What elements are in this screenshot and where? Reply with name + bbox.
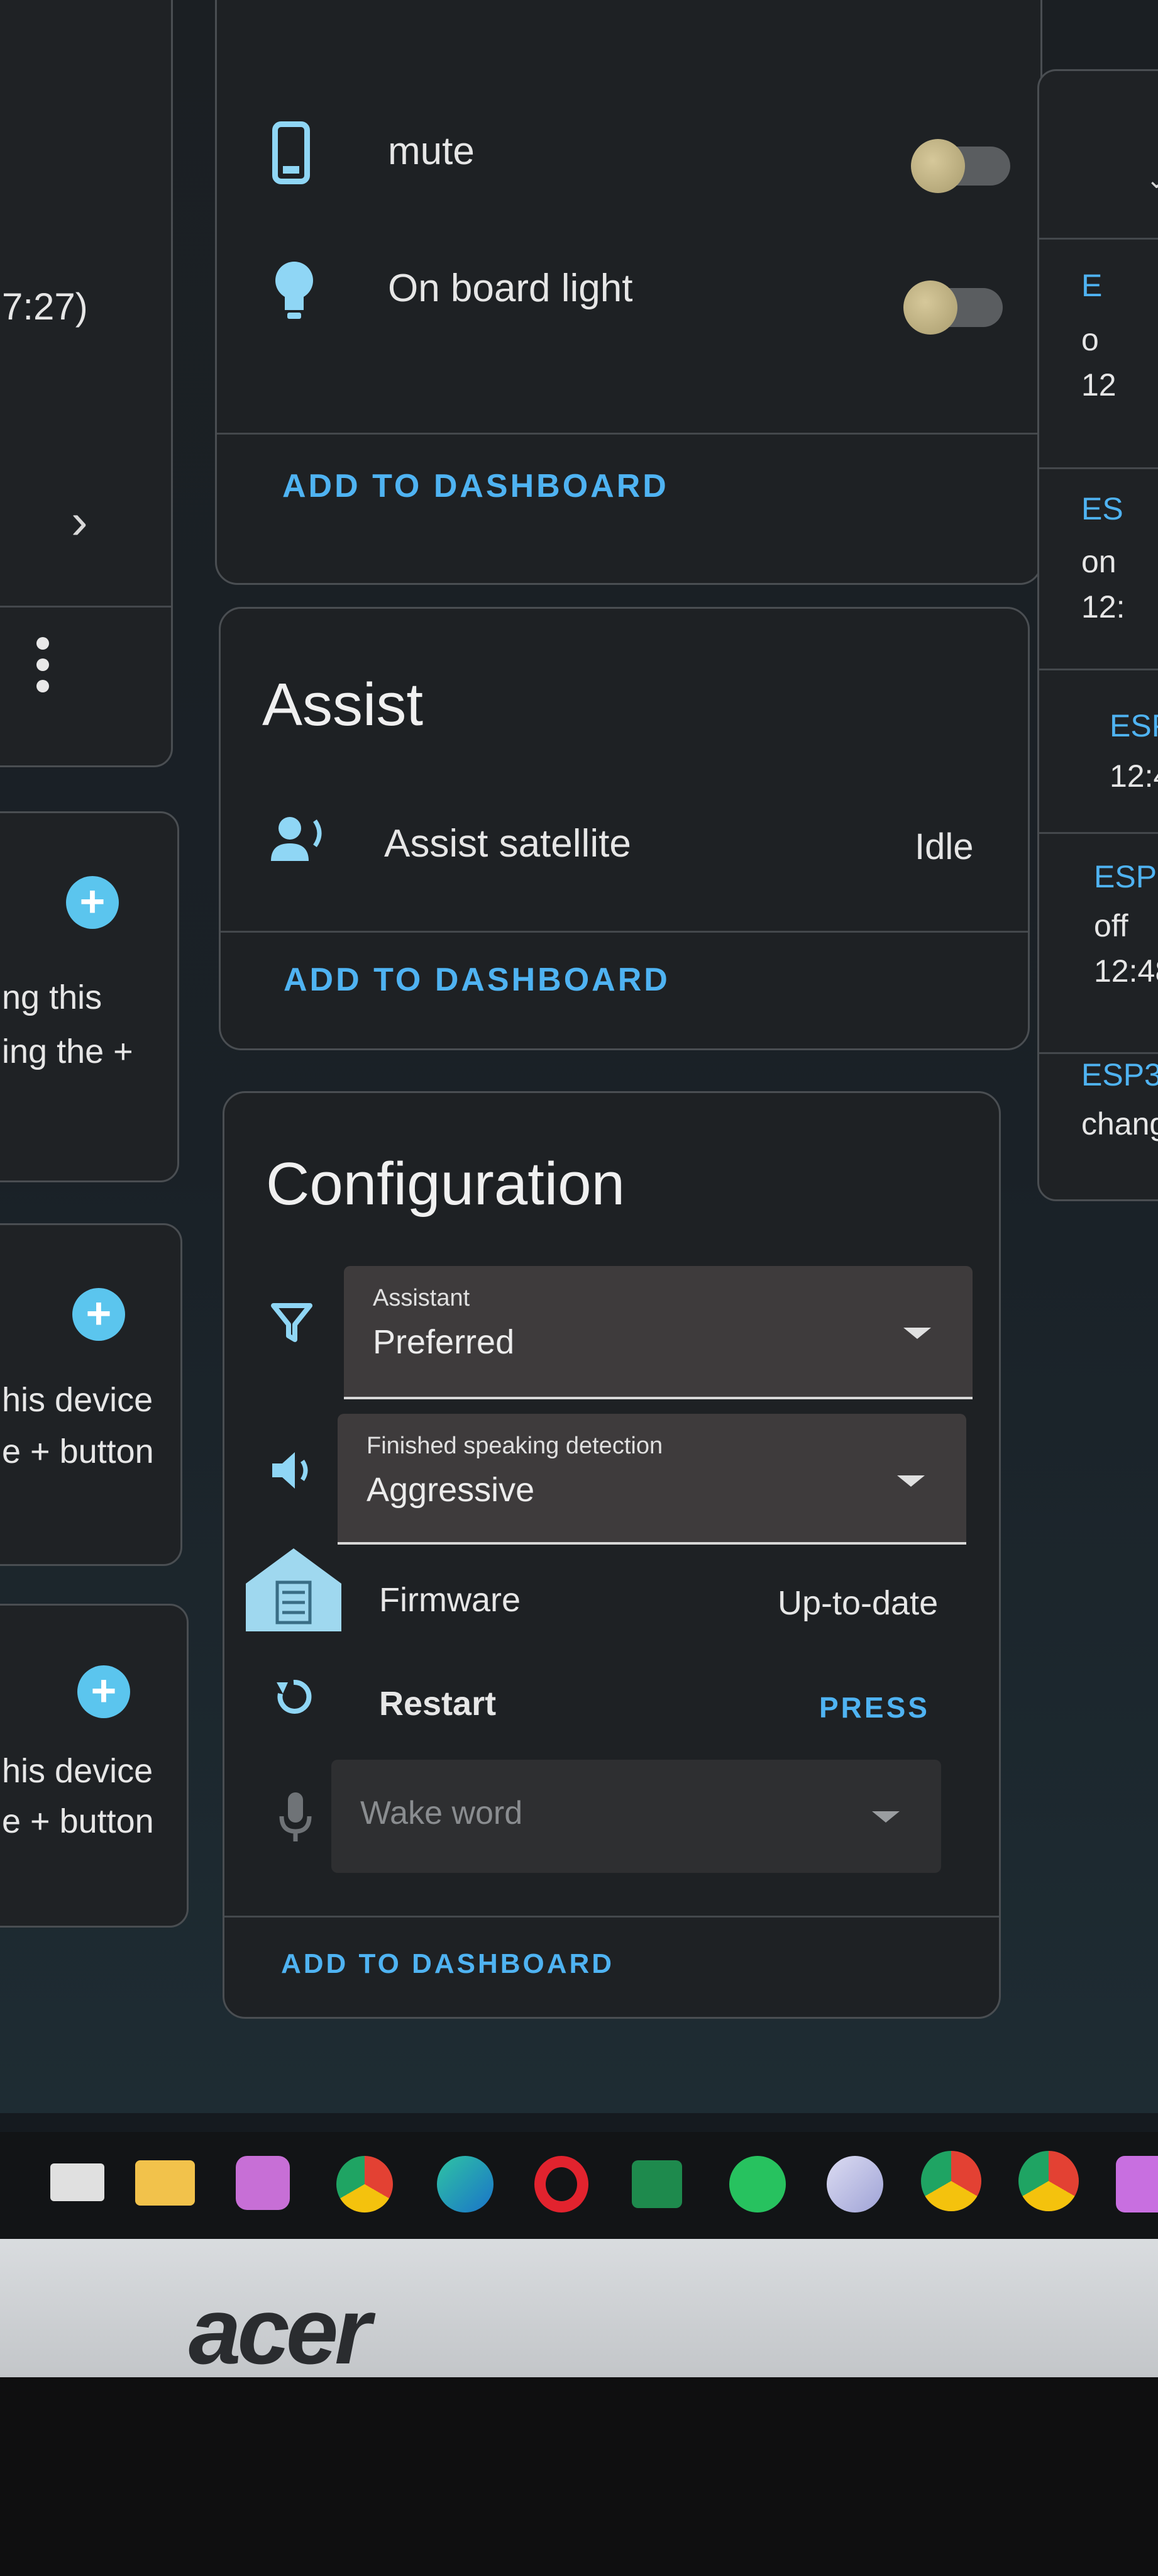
desk-area	[0, 2377, 1158, 2576]
chrome-profile-2-icon[interactable]	[1018, 2151, 1079, 2211]
chrome-profile-icon[interactable]	[921, 2151, 981, 2211]
screen: 7:27) › + ng this ing the + + his device…	[0, 0, 1158, 2113]
assist-satellite-label: Assist satellite	[384, 822, 631, 865]
firmware-label: Firmware	[379, 1581, 521, 1619]
file-explorer-icon[interactable]	[135, 2160, 195, 2206]
more-options-icon[interactable]	[36, 637, 49, 694]
assist-satellite-icon	[266, 814, 329, 865]
assistant-select[interactable]: Assistant Preferred	[344, 1266, 973, 1399]
add-scene-card: + his device e + button	[0, 1223, 182, 1566]
task-view-icon[interactable]	[50, 2163, 104, 2201]
edge-icon[interactable]	[437, 2156, 494, 2212]
restart-label: Restart	[379, 1685, 497, 1723]
add-automation-card: + ng this ing the +	[0, 811, 179, 1182]
excel-icon[interactable]	[632, 2160, 682, 2208]
wake-word-placeholder: Wake word	[360, 1795, 523, 1831]
monitor-bezel	[0, 2239, 1158, 2377]
logbook-entry-5[interactable]: ESP3 chang	[1081, 1057, 1158, 1142]
finished-speaking-detection-value: Aggressive	[367, 1471, 535, 1509]
assist-satellite-state: Idle	[915, 826, 974, 867]
device-info-card: 7:27) ›	[0, 0, 173, 767]
finished-speaking-detection-label: Finished speaking detection	[367, 1433, 663, 1459]
logbook-entry-2[interactable]: ES on 12:	[1081, 491, 1125, 625]
logbook-entry-4[interactable]: ESP off 12:48	[1094, 858, 1158, 989]
configuration-card-title: Configuration	[266, 1150, 626, 1218]
whatsapp-icon[interactable]	[729, 2156, 786, 2212]
add-script-text-line1: his device	[2, 1752, 153, 1790]
configuration-add-to-dashboard-button[interactable]: ADD TO DASHBOARD	[281, 1948, 614, 1980]
on-board-light-toggle[interactable]	[903, 280, 1003, 335]
assist-card-title: Assist	[262, 671, 424, 738]
add-automation-plus-icon[interactable]: +	[66, 876, 119, 929]
configuration-card: Configuration Assistant Preferred Finish…	[223, 1091, 1001, 2019]
add-scene-plus-icon[interactable]: +	[72, 1288, 125, 1341]
controls-card: Controls mute On board light ADD TO DASH…	[215, 0, 1042, 585]
mute-label: mute	[388, 130, 475, 173]
chevron-down-icon	[903, 1328, 931, 1339]
assistant-select-label: Assistant	[373, 1285, 470, 1311]
restart-press-button[interactable]: PRESS	[819, 1690, 930, 1724]
chevron-down-icon	[897, 1475, 925, 1487]
add-scene-text-line2: e + button	[2, 1433, 154, 1470]
on-board-light-label: On board light	[388, 267, 633, 310]
assistant-select-value: Preferred	[373, 1323, 515, 1361]
add-script-plus-icon[interactable]: +	[77, 1665, 130, 1718]
mute-toggle[interactable]	[911, 139, 1010, 193]
controls-card-title: Controls	[260, 0, 470, 10]
phone-icon	[272, 121, 310, 184]
chevron-right-icon[interactable]: ›	[71, 492, 88, 550]
opera-icon[interactable]	[534, 2156, 588, 2212]
add-automation-text-line2: ing the +	[2, 1033, 133, 1070]
add-script-text-line2: e + button	[2, 1802, 154, 1840]
firmware-state: Up-to-date	[778, 1584, 939, 1622]
chevron-down-icon	[872, 1811, 900, 1823]
assist-add-to-dashboard-button[interactable]: ADD TO DASHBOARD	[284, 961, 670, 999]
lightbulb-icon	[272, 260, 316, 323]
assist-card: Assist Assist satellite Idle ADD TO DASH…	[219, 607, 1030, 1050]
taskbar	[0, 2132, 1158, 2239]
app-icon[interactable]	[1116, 2156, 1158, 2212]
logbook-card: ⌄	[1037, 69, 1158, 1201]
monitor-brand-logo: acer	[189, 2278, 372, 2384]
microphone-icon	[278, 1791, 313, 1844]
edge-beta-icon[interactable]	[827, 2156, 883, 2212]
add-automation-text-line1: ng this	[2, 979, 102, 1016]
logbook-entry-1[interactable]: E o 12	[1081, 267, 1117, 403]
restart-icon	[272, 1675, 316, 1719]
firmware-icon	[243, 1546, 344, 1634]
speaker-icon	[270, 1448, 320, 1492]
chrome-icon[interactable]	[336, 2156, 393, 2212]
chevron-icon: ⌄	[1146, 166, 1158, 194]
finished-speaking-detection-select[interactable]: Finished speaking detection Aggressive	[338, 1414, 966, 1545]
logbook-entry-3[interactable]: ESP 12:4	[1110, 708, 1158, 794]
add-script-card: + his device e + button	[0, 1604, 189, 1928]
device-info-partial-text: 7:27)	[2, 286, 88, 328]
controls-add-to-dashboard-button[interactable]: ADD TO DASHBOARD	[282, 467, 669, 505]
photos-icon[interactable]	[236, 2156, 290, 2210]
wake-word-select[interactable]: Wake word	[331, 1760, 941, 1873]
add-scene-text-line1: his device	[2, 1381, 153, 1419]
filter-icon	[270, 1301, 314, 1345]
